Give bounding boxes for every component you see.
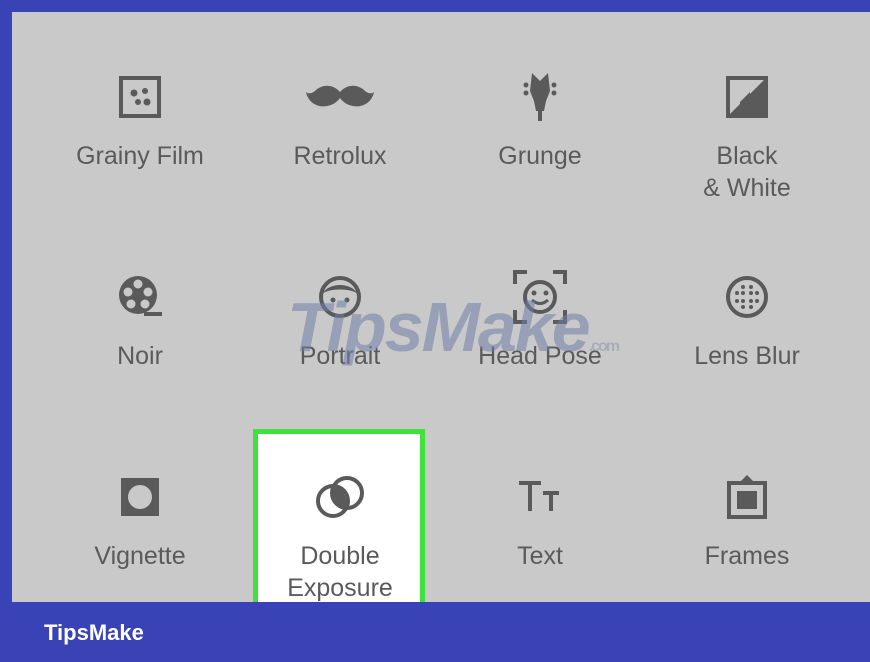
tool-text[interactable]: Text xyxy=(455,467,625,572)
film-reel-icon xyxy=(55,267,225,327)
tool-label: Frames xyxy=(704,542,790,570)
tool-noir[interactable]: Noir xyxy=(55,267,225,372)
mustache-icon xyxy=(255,67,425,127)
tool-label: Portrait xyxy=(299,342,381,370)
frames-icon xyxy=(662,467,832,527)
tools-panel: Grainy Film Retrolux Grunge Black & Whit… xyxy=(12,12,870,602)
lens-blur-icon xyxy=(662,267,832,327)
tool-label: Head Pose xyxy=(478,342,602,370)
black-white-icon xyxy=(662,67,832,127)
tool-grunge[interactable]: Grunge xyxy=(455,67,625,172)
tool-label: Black & White xyxy=(703,142,791,202)
tool-label: Text xyxy=(517,542,563,570)
tool-label: Vignette xyxy=(94,542,186,570)
tool-head-pose[interactable]: Head Pose xyxy=(455,267,625,372)
tool-black-white[interactable]: Black & White xyxy=(662,67,832,204)
guitar-icon xyxy=(455,67,625,127)
tool-double-exposure[interactable]: Double Exposure xyxy=(255,467,425,602)
grainy-film-icon xyxy=(55,67,225,127)
tool-retrolux[interactable]: Retrolux xyxy=(255,67,425,172)
vignette-icon xyxy=(55,467,225,527)
double-exposure-icon xyxy=(255,467,425,527)
tool-label: Grainy Film xyxy=(76,142,204,170)
tool-frames[interactable]: Frames xyxy=(662,467,832,572)
tool-label: Lens Blur xyxy=(694,342,800,370)
tool-label: Noir xyxy=(117,342,163,370)
tool-vignette[interactable]: Vignette xyxy=(55,467,225,572)
text-icon xyxy=(455,467,625,527)
tool-portrait[interactable]: Portrait xyxy=(255,267,425,372)
tool-label: Double Exposure xyxy=(287,542,393,602)
tool-grainy-film[interactable]: Grainy Film xyxy=(55,67,225,172)
tool-label: Grunge xyxy=(498,142,582,170)
face-icon xyxy=(255,267,425,327)
face-frame-icon xyxy=(455,267,625,327)
footer-brand: TipsMake xyxy=(44,620,144,645)
tool-label: Retrolux xyxy=(293,142,387,170)
footer-bar: TipsMake xyxy=(0,602,870,662)
tool-lens-blur[interactable]: Lens Blur xyxy=(662,267,832,372)
